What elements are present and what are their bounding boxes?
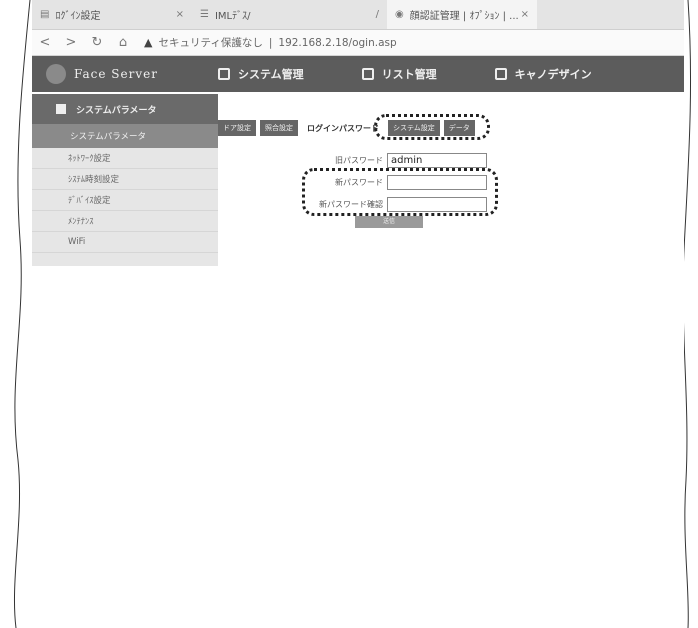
grid-icon [56,104,66,114]
close-icon[interactable]: / [376,9,379,20]
browser-tab-1[interactable]: ▤ ﾛｸﾞｲﾝ設定 × [32,0,192,29]
form-row: 旧パスワード admin [282,150,487,170]
sidebar-item-active[interactable]: システムパラメータ [32,124,218,148]
back-icon[interactable]: < [32,35,58,50]
old-password-input[interactable]: admin [387,152,487,168]
browser-window: ▤ ﾛｸﾞｲﾝ設定 × ☰ IMLﾃﾞｽ/ / ◉ 顔認証管理 | ｵﾌﾟｼｮﾝ… [32,0,684,600]
sidebar-header-label: システムパラメータ [76,105,157,116]
logo-icon [46,64,66,84]
sidebar: システムパラメータ システムパラメータ ﾈｯﾄﾜｰｸ設定 ｼｽﾃﾑ時刻設定 ﾃﾞ… [32,94,218,266]
brand: Face Server [32,64,218,84]
main-nav: システム管理 リスト管理 キャノデザイン [218,66,650,82]
sidebar-item[interactable]: ﾃﾞﾊﾞｲｽ設定 [32,190,218,211]
tab-label: 顔認証管理 | ｵﾌﾟｼｮﾝ | ... [409,11,519,22]
reload-icon[interactable]: ↻ [84,35,110,50]
page-icon: ▤ [40,9,50,20]
url-text[interactable]: 192.168.2.18/ogin.asp [278,37,396,49]
sidebar-item[interactable]: ﾈｯﾄﾜｰｸ設定 [32,148,218,169]
callout-new-password-fields [302,168,498,216]
monitor-icon [218,68,230,80]
browser-tab-3[interactable]: ◉ 顔認証管理 | ｵﾌﾟｼｮﾝ | ... × [387,0,537,29]
page-icon: ◉ [395,9,404,20]
nav-label: リスト管理 [381,68,437,81]
url-separator: | [268,36,273,49]
nav-capture[interactable]: キャノデザイン [494,66,592,82]
subtab-match[interactable]: 照合設定 [260,120,298,136]
callout-login-password-tab [374,114,490,140]
tab-label: IMLﾃﾞｽ/ [214,11,251,22]
address-bar: < > ↻ ⌂ ▲ セキュリティ保護なし | 192.168.2.18/ogin… [32,30,684,56]
home-icon[interactable]: ⌂ [110,35,136,50]
clipboard-icon [361,68,374,80]
sidebar-item[interactable]: ｼｽﾃﾑ時刻設定 [32,169,218,190]
warning-icon: ▲ [144,36,153,49]
close-icon[interactable]: × [176,9,184,20]
page-icon: ☰ [200,9,209,20]
security-warning[interactable]: セキュリティ保護なし [158,35,262,50]
tab-label: ﾛｸﾞｲﾝ設定 [55,11,101,22]
submit-button[interactable]: 送信 [355,216,423,228]
app-header: Face Server システム管理 リスト管理 キャノデザイン [32,56,684,92]
sidebar-header[interactable]: システムパラメータ [32,94,218,124]
browser-tab-2[interactable]: ☰ IMLﾃﾞｽ/ / [192,0,387,29]
badge-icon [494,68,507,80]
tab-strip: ▤ ﾛｸﾞｲﾝ設定 × ☰ IMLﾃﾞｽ/ / ◉ 顔認証管理 | ｵﾌﾟｼｮﾝ… [32,0,684,30]
nav-label: システム管理 [238,68,304,81]
old-password-label: 旧パスワード [335,155,383,165]
forward-icon[interactable]: > [58,35,84,50]
close-icon[interactable]: × [521,9,529,20]
nav-list[interactable]: リスト管理 [361,66,437,82]
nav-system[interactable]: システム管理 [218,66,304,82]
sidebar-item[interactable]: ﾒﾝﾃﾅﾝｽ [32,211,218,232]
sidebar-item[interactable]: WiFi [32,232,218,253]
subtab-login-password[interactable]: ログインパスワード [302,120,384,136]
nav-label: キャノデザイン [514,68,592,81]
brand-name: Face Server [74,67,158,81]
subtab-door[interactable]: ドア設定 [218,120,256,136]
